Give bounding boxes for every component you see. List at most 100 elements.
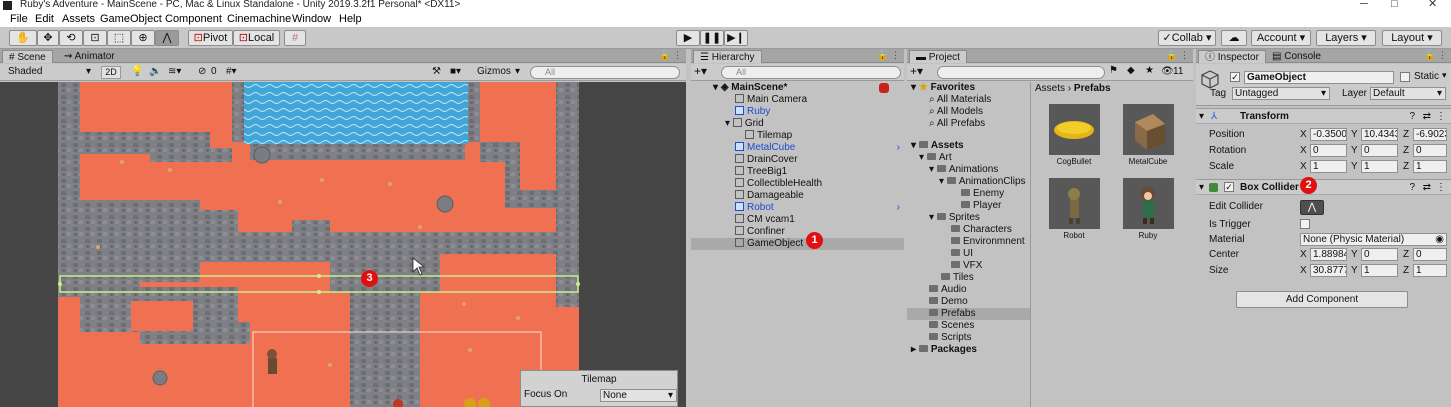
folder-demo[interactable]: Demo (907, 296, 1030, 308)
folder-animations[interactable]: ▾ Animations (907, 164, 1030, 176)
focus-on-dropdown[interactable]: None ▾ (600, 389, 677, 402)
tab-inspector[interactable]: ⓘ Inspector (1198, 50, 1266, 63)
tree-row-gameobject[interactable]: GameObject (691, 238, 904, 250)
position-x-field[interactable]: -0.3500 (1310, 128, 1347, 141)
rotation-y-field[interactable]: 0 (1361, 144, 1398, 157)
rect-tool-button[interactable]: ⬚ (107, 30, 131, 46)
asset-cogbullet[interactable] (1049, 104, 1100, 155)
tab-console[interactable]: ▤ Console (1266, 50, 1327, 63)
menu-file[interactable]: File (10, 13, 28, 25)
edit-collider-button[interactable]: ⋀ (1300, 200, 1324, 215)
collider-handle[interactable] (317, 290, 321, 294)
scene-render[interactable] (0, 82, 686, 407)
box-collider-component-header[interactable]: ▾ ✓ Box Collider ? ⇄ ⋮ (1196, 179, 1451, 195)
active-checkbox[interactable]: ✓ (1230, 72, 1240, 82)
hierarchy-panel-menu-icon[interactable]: 🔒 ⋮ (877, 50, 900, 61)
transform-component-header[interactable]: ▾ ⅄ Transform ? ⇄ ⋮ (1196, 108, 1451, 124)
tree-row-tilemap[interactable]: Tilemap (691, 130, 904, 142)
menu-assets[interactable]: Assets (62, 13, 95, 25)
favorites-header[interactable]: ▾ ★ Favorites (907, 82, 1030, 94)
tree-row-ruby[interactable]: Ruby (691, 106, 904, 118)
menu-gameobject[interactable]: GameObject (100, 13, 162, 25)
tree-row-main-camera[interactable]: Main Camera (691, 94, 904, 106)
size-x-field[interactable]: 30.8777 (1310, 264, 1347, 277)
layer-dropdown[interactable]: Default ▾ (1370, 87, 1446, 100)
shading-mode-dropdown[interactable]: Shaded (8, 66, 42, 77)
tab-project[interactable]: ▬ Project (909, 50, 967, 63)
add-component-button[interactable]: Add Component (1236, 291, 1408, 308)
folder-scenes[interactable]: Scenes (907, 320, 1030, 332)
tree-row-robot[interactable]: Robot › (691, 202, 904, 214)
size-y-field[interactable]: 1 (1361, 264, 1398, 277)
minimize-button[interactable]: ─ (1360, 0, 1368, 10)
component-menu-icon[interactable]: ⋮ (1436, 109, 1446, 124)
tree-row-mainscene[interactable]: ▾ ◈ MainScene* (691, 82, 904, 94)
assets-header[interactable]: ▾ Assets (907, 140, 1030, 152)
center-y-field[interactable]: 0 (1361, 248, 1398, 261)
folder-animationclips[interactable]: ▾ AnimationClips (907, 176, 1030, 188)
menu-cinemachine[interactable]: Cinemachine (227, 13, 291, 25)
cloud-button[interactable]: ☁ (1221, 30, 1247, 46)
scale-tool-button[interactable]: ⊡ (83, 30, 107, 46)
grid-toggle-icon[interactable]: #▾ (226, 66, 237, 77)
maximize-button[interactable]: □ (1391, 0, 1398, 10)
hand-tool-button[interactable]: ✋ (9, 30, 37, 46)
folder-enemy[interactable]: Enemy (907, 188, 1030, 200)
custom-tool-button[interactable]: ⋀ (155, 30, 179, 46)
folder-tiles[interactable]: Tiles (907, 272, 1030, 284)
tree-row-confiner[interactable]: Confiner (691, 226, 904, 238)
scale-x-field[interactable]: 1 (1310, 160, 1347, 173)
center-z-field[interactable]: 0 (1413, 248, 1447, 261)
folder-audio[interactable]: Audio (907, 284, 1030, 296)
tree-row-treebig1[interactable]: TreeBig1 (691, 166, 904, 178)
menu-window[interactable]: Window (292, 13, 331, 25)
2d-mode-toggle[interactable]: 2D (101, 66, 121, 79)
breadcrumb-assets[interactable]: Assets (1035, 83, 1065, 94)
box-collider-enabled-checkbox[interactable]: ✓ (1224, 182, 1234, 192)
scale-y-field[interactable]: 1 (1361, 160, 1398, 173)
audio-toggle-icon[interactable]: 🔈 (149, 66, 161, 77)
transform-tool-button[interactable]: ⊕ (131, 30, 155, 46)
scene-panel-menu-icon[interactable]: 🔒 ⋮ (659, 50, 682, 61)
favorite-all-models[interactable]: ⌕ All Models (907, 106, 1030, 118)
tree-row-damageable[interactable]: Damageable (691, 190, 904, 202)
pause-button[interactable]: ❚❚ (700, 30, 724, 46)
tree-row-draincover[interactable]: DrainCover (691, 154, 904, 166)
asset-metalcube[interactable] (1123, 104, 1174, 155)
shading-dropdown-arrow[interactable]: ▾ (86, 66, 91, 77)
preset-icon[interactable]: ⇄ (1423, 180, 1431, 195)
create-button[interactable]: +▾ (694, 64, 707, 78)
step-button[interactable]: ▶❙ (724, 30, 748, 46)
scene-search-input[interactable]: All (530, 66, 680, 79)
static-dropdown-arrow[interactable]: ▾ (1442, 70, 1447, 81)
collab-dropdown[interactable]: ✓Collab ▾ (1158, 30, 1216, 46)
local-toggle[interactable]: ⊡Local (233, 30, 280, 46)
pivot-toggle[interactable]: ⊡Pivot (188, 30, 233, 46)
menu-edit[interactable]: Edit (35, 13, 54, 25)
menu-help[interactable]: Help (339, 13, 362, 25)
folder-prefabs[interactable]: Prefabs (907, 308, 1030, 320)
project-create-button[interactable]: +▾ (910, 64, 923, 78)
component-menu-icon[interactable]: ⋮ (1436, 180, 1446, 195)
preset-icon[interactable]: ⇄ (1423, 109, 1431, 124)
position-y-field[interactable]: 10.4343 (1361, 128, 1398, 141)
object-name-field[interactable]: GameObject (1244, 71, 1394, 84)
tab-hierarchy[interactable]: ☰ Hierarchy (693, 50, 762, 63)
chevron-right-icon[interactable]: › (897, 142, 900, 154)
folder-sprites[interactable]: ▾ Sprites (907, 212, 1030, 224)
rotation-x-field[interactable]: 0 (1310, 144, 1347, 157)
folder-characters[interactable]: Characters (907, 224, 1030, 236)
rotation-z-field[interactable]: 0 (1413, 144, 1447, 157)
collider-handle[interactable] (317, 274, 321, 278)
hidden-objects-icon[interactable]: ⊘ (198, 66, 206, 77)
search-by-label-icon[interactable]: ◆ (1127, 65, 1135, 76)
packages-header[interactable]: ▸ Packages (907, 344, 1030, 356)
tree-row-grid[interactable]: ▾ Grid (691, 118, 904, 130)
folder-ui[interactable]: UI (907, 248, 1030, 260)
help-icon[interactable]: ? (1409, 180, 1415, 195)
asset-robot[interactable] (1049, 178, 1100, 229)
move-tool-button[interactable]: ✥ (37, 30, 59, 46)
tree-row-cm-vcam1[interactable]: CM vcam1 (691, 214, 904, 226)
folder-environmnent[interactable]: Environmnent (907, 236, 1030, 248)
object-picker-icon[interactable]: ◉ (1435, 234, 1444, 245)
